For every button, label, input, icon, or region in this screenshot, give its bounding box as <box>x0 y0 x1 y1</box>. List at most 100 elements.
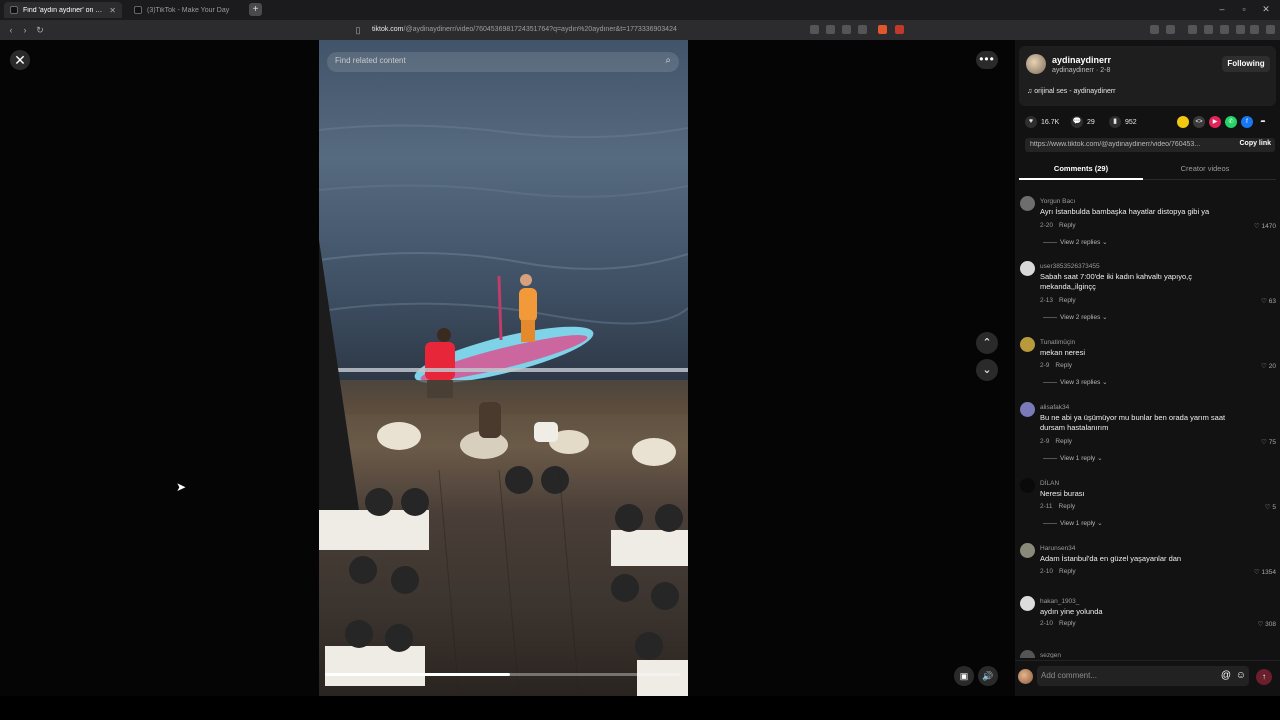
comment-action[interactable]: 💬 29 <box>1071 116 1095 128</box>
leo-icon[interactable] <box>1236 25 1245 34</box>
view-replies-label: View 1 reply <box>1060 455 1096 462</box>
vpn-icon[interactable] <box>1250 25 1259 34</box>
chevron-up-icon[interactable]: ⌃ <box>976 332 998 354</box>
commenter-name[interactable]: Tunatimüçin <box>1040 339 1075 346</box>
reload-icon[interactable]: ↻ <box>34 23 46 37</box>
comment-like[interactable]: ♡ 75 <box>1261 438 1276 446</box>
sidebar-icon[interactable] <box>1204 25 1213 34</box>
forward-icon[interactable]: › <box>19 23 31 37</box>
commenter-avatar[interactable] <box>1020 261 1035 276</box>
view-replies-button[interactable]: View 1 reply ⌄ <box>1043 519 1103 527</box>
commenter-name[interactable]: alisafak34 <box>1040 404 1069 411</box>
miniplayer-icon[interactable]: ▣ <box>954 666 974 686</box>
comment-like[interactable]: ♡ 63 <box>1261 297 1276 305</box>
menu-icon[interactable] <box>1266 25 1275 34</box>
video-link[interactable]: https://www.tiktok.com/@aydinaydinerr/vi… <box>1030 141 1210 148</box>
reply-button[interactable]: Reply <box>1055 362 1072 369</box>
tab-comments[interactable]: Comments (29) <box>1019 164 1143 173</box>
video-player[interactable]: Find related content ⌕ <box>319 40 688 696</box>
extension-icon[interactable] <box>810 25 819 34</box>
reply-button[interactable]: Reply <box>1055 438 1072 445</box>
reply-button[interactable]: Reply <box>1059 568 1076 575</box>
view-replies-button[interactable]: View 1 reply ⌄ <box>1043 454 1103 462</box>
facebook-icon[interactable]: f <box>1241 116 1253 128</box>
comment-like[interactable]: ♡ 1470 <box>1254 222 1276 230</box>
reply-button[interactable]: Reply <box>1059 222 1076 229</box>
back-icon[interactable]: ‹ <box>5 23 17 37</box>
rewards-icon[interactable] <box>895 25 904 34</box>
post-comment-button[interactable]: ↑ <box>1256 669 1272 685</box>
add-comment-input[interactable]: Add comment... @ ☺ <box>1037 666 1249 686</box>
volume-icon[interactable]: 🔊 <box>978 666 998 686</box>
mention-icon[interactable]: @ <box>1221 670 1231 681</box>
comment-like-count: 63 <box>1268 298 1276 305</box>
heart-outline-icon: ♡ <box>1253 569 1260 576</box>
window-close-icon[interactable]: ✕ <box>1260 4 1272 15</box>
commenter-avatar[interactable] <box>1020 543 1035 558</box>
comment-text: mekan neresi <box>1040 348 1086 357</box>
tab-creator-videos[interactable]: Creator videos <box>1143 164 1267 173</box>
like-action[interactable]: ♥ 16.7K <box>1025 116 1059 128</box>
more-dots-icon[interactable]: ••• <box>976 51 998 69</box>
active-tab-indicator <box>1019 178 1143 180</box>
close-icon[interactable]: ✕ <box>10 50 30 70</box>
author-subline: aydinaydinerr · 2-8 <box>1052 67 1111 74</box>
video-progress-bar[interactable] <box>325 673 681 676</box>
minimize-icon[interactable]: – <box>1216 4 1228 14</box>
browser-tab-inactive[interactable]: (3)TikTok - Make Your Day <box>128 2 252 18</box>
author-avatar[interactable] <box>1026 54 1046 74</box>
music-icon[interactable] <box>1188 25 1197 34</box>
send-icon[interactable]: ▶ <box>1209 116 1221 128</box>
save-action[interactable]: ▮ 952 <box>1109 116 1137 128</box>
view-replies-button[interactable]: View 3 replies ⌄ <box>1043 378 1108 386</box>
following-button[interactable]: Following <box>1222 56 1270 72</box>
comment-like[interactable]: ♡ 1354 <box>1254 568 1276 576</box>
emoji-icon[interactable]: ☺ <box>1236 670 1246 681</box>
commenter-avatar[interactable] <box>1020 402 1035 417</box>
commenter-avatar[interactable] <box>1020 596 1035 611</box>
commenter-avatar[interactable] <box>1020 478 1035 493</box>
new-tab-button[interactable]: + <box>249 3 262 16</box>
view-replies-label: View 3 replies <box>1060 379 1101 386</box>
comment-like[interactable]: ♡ 5 <box>1265 503 1276 511</box>
commenter-name[interactable]: Yorgun Bacı <box>1040 198 1075 205</box>
embed-icon[interactable]: <> <box>1193 116 1205 128</box>
commenter-name[interactable]: Harunsen34 <box>1040 545 1075 552</box>
copy-link-button[interactable]: Copy link <box>1239 140 1271 147</box>
comment-icon: 💬 <box>1071 116 1083 128</box>
share-arrow-icon[interactable]: ➦ <box>1257 116 1269 128</box>
bookmark-icon[interactable]: ▯ <box>352 23 364 37</box>
reply-button[interactable]: Reply <box>1059 297 1076 304</box>
reply-button[interactable]: Reply <box>1059 503 1076 510</box>
comments-list[interactable]: Yorgun Bacı Ayrı İstanbulda bambaşka hay… <box>1019 192 1280 658</box>
music-link[interactable]: ♫ orijinal ses - aydinaydinerr <box>1027 88 1116 95</box>
translate-icon[interactable] <box>826 25 835 34</box>
commenter-avatar[interactable] <box>1020 650 1035 658</box>
extension-icon[interactable] <box>1166 25 1175 34</box>
commenter-name[interactable]: user3853526373455 <box>1040 263 1100 270</box>
brave-shield-icon[interactable] <box>878 25 887 34</box>
whatsapp-icon[interactable]: ✆ <box>1225 116 1237 128</box>
install-icon[interactable] <box>842 25 851 34</box>
browser-tab-active[interactable]: Find 'aydın aydıner' on TikTok ✕ <box>4 2 122 18</box>
commenter-name[interactable]: sezgen <box>1040 652 1061 658</box>
commenter-name[interactable]: hakan_1903_ <box>1040 598 1079 605</box>
comment-like[interactable]: ♡ 20 <box>1261 362 1276 370</box>
search-icon[interactable]: ⌕ <box>665 55 671 66</box>
share-page-icon[interactable] <box>858 25 867 34</box>
commenter-name[interactable]: DİLAN <box>1040 480 1059 487</box>
maximize-icon[interactable]: ▫ <box>1238 4 1250 14</box>
view-replies-button[interactable]: View 2 replies ⌄ <box>1043 313 1108 321</box>
find-related-search[interactable]: Find related content ⌕ <box>327 52 679 72</box>
reply-button[interactable]: Reply <box>1059 620 1076 627</box>
wallet-icon[interactable] <box>1220 25 1229 34</box>
chevron-down-icon[interactable]: ⌄ <box>976 359 998 381</box>
extension-icon[interactable] <box>1150 25 1159 34</box>
tab-close-icon[interactable]: ✕ <box>109 6 116 15</box>
share-friends-icon[interactable] <box>1177 116 1189 128</box>
commenter-avatar[interactable] <box>1020 196 1035 211</box>
author-name[interactable]: aydinaydinerr <box>1052 55 1111 65</box>
commenter-avatar[interactable] <box>1020 337 1035 352</box>
comment-like[interactable]: ♡ 308 <box>1258 620 1277 628</box>
view-replies-button[interactable]: View 2 replies ⌄ <box>1043 238 1108 246</box>
